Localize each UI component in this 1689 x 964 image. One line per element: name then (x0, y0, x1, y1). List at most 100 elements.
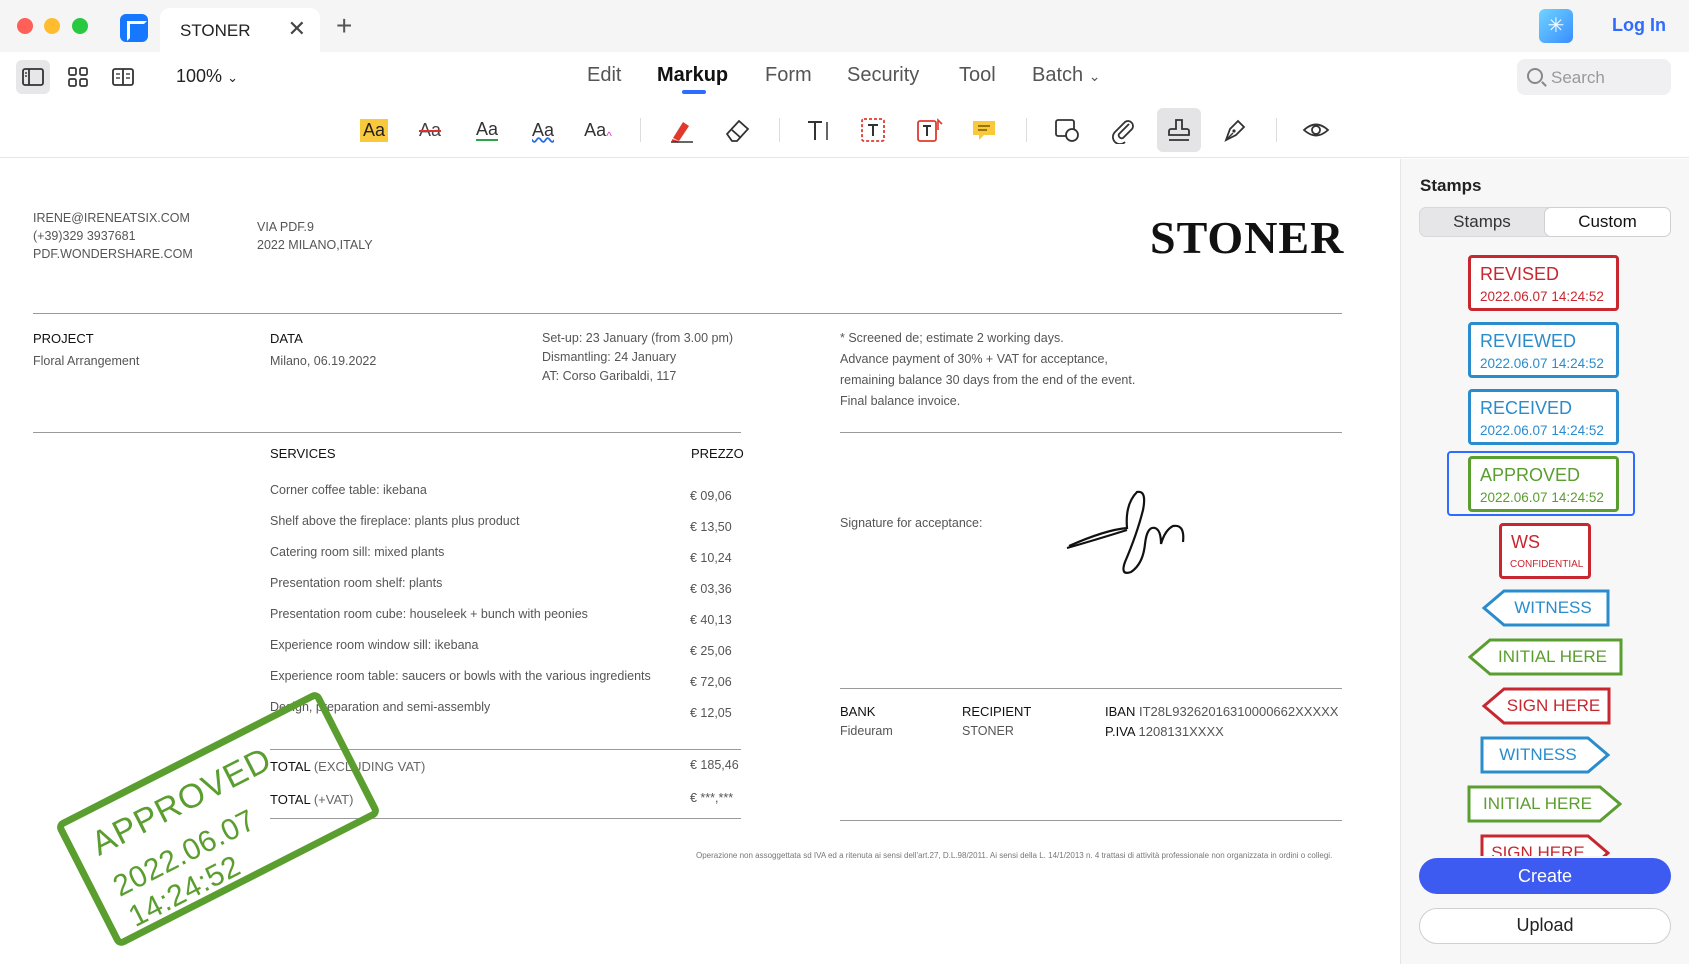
insert-text-button[interactable]: Aa ^ (576, 108, 620, 152)
minimize-window-button[interactable] (44, 18, 60, 34)
pen-nib-icon (1224, 119, 1246, 142)
document-page[interactable]: IRENE@IRENEATSIX.COM (+39)329 3937681 PD… (0, 159, 1400, 964)
panel-title: Stamps (1420, 176, 1482, 195)
setup-line: Set-up: 23 January (from 3.00 pm) (542, 331, 734, 345)
text-box-button[interactable] (851, 108, 895, 152)
hide-annotations-button[interactable] (1294, 108, 1338, 152)
text-box-icon (861, 118, 885, 142)
stamp-date: 2022.06.07 14:24:52 (1480, 289, 1604, 304)
toolbar-divider (779, 118, 780, 142)
paperclip-icon (1112, 120, 1134, 144)
stamp-witness-right[interactable]: WITNESS (1480, 736, 1610, 774)
search-icon (1527, 68, 1543, 84)
tab-title: STONER (180, 21, 251, 40)
shapes-button[interactable] (1045, 108, 1089, 152)
total-vat-value: € ***,*** (690, 791, 734, 805)
stamp-revised[interactable]: REVISED 2022.06.07 14:24:52 (1468, 255, 1619, 311)
tab-stamps[interactable]: Stamps (1420, 208, 1544, 236)
recipient-label: RECIPIENT (962, 704, 1032, 719)
setup-line: AT: Corso Garibaldi, 117 (542, 369, 677, 383)
search-placeholder: Search (1551, 68, 1605, 87)
text-callout-button[interactable] (907, 108, 951, 152)
close-tab-icon[interactable]: ✕ (288, 18, 306, 40)
highlighter-button[interactable] (659, 108, 703, 152)
menu-edit[interactable]: Edit (587, 64, 621, 87)
stamp-reviewed[interactable]: REVIEWED 2022.06.07 14:24:52 (1468, 322, 1619, 378)
active-menu-indicator (682, 90, 706, 94)
attachment-button[interactable] (1101, 108, 1145, 152)
menu-batch-label: Batch (1032, 64, 1084, 86)
placed-approved-stamp[interactable]: APPROVED 2022.06.07 14:24:52 (54, 689, 382, 949)
service-item: Shelf above the fireplace: plants plus p… (270, 514, 520, 528)
zoom-window-button[interactable] (72, 18, 88, 34)
reading-view-button[interactable] (106, 60, 140, 94)
underline-icon: Aa (475, 119, 499, 141)
stamp-date: 2022.06.07 14:24:52 (1480, 490, 1604, 505)
service-item: Presentation room shelf: plants (270, 576, 443, 590)
stamp-initial-here-left[interactable]: INITIAL HERE (1468, 638, 1623, 676)
upload-stamp-button[interactable]: Upload (1419, 908, 1671, 944)
stamp-label: INITIAL HERE (1498, 647, 1607, 666)
highlight-text-button[interactable]: Aa (352, 108, 396, 152)
zoom-dropdown[interactable]: 100% ⌄ (176, 66, 238, 87)
stamp-button[interactable] (1157, 108, 1201, 152)
stamp-initial-here-right[interactable]: INITIAL HERE (1467, 785, 1622, 823)
menu-markup[interactable]: Markup (657, 64, 728, 87)
stamp-date: 2022.06.07 14:24:52 (1480, 423, 1604, 438)
divider (840, 432, 1342, 433)
search-input[interactable]: Search (1517, 59, 1671, 95)
bank-label: BANK (840, 704, 876, 719)
service-price: € 72,06 (690, 675, 732, 689)
iban-label: IBAN (1105, 704, 1136, 719)
tab-custom[interactable]: Custom (1545, 208, 1670, 236)
handwritten-signature (1066, 490, 1185, 574)
stamps-panel: Stamps Stamps Custom REVISED 2022.06.07 … (1400, 159, 1689, 964)
service-price: € 12,05 (690, 706, 732, 720)
signature-button[interactable] (1213, 108, 1257, 152)
divider (33, 313, 1342, 314)
new-tab-button[interactable]: + (336, 12, 352, 40)
service-price: € 40,13 (690, 613, 732, 627)
recipient-value: STONER (962, 724, 1014, 738)
stamp-witness-left[interactable]: WITNESS (1482, 589, 1610, 627)
squiggly-icon: Aa (531, 119, 555, 140)
stamp-label: SIGN HERE (1506, 696, 1601, 715)
stamp-title: WS (1511, 532, 1540, 552)
sticky-note-icon (973, 121, 995, 140)
stamp-sign-here-left[interactable]: SIGN HERE (1482, 687, 1611, 725)
chevron-down-icon: ⌄ (227, 70, 238, 85)
stamp-title: APPROVED (1480, 465, 1581, 485)
piva-label: P.IVA (1105, 724, 1135, 739)
service-item: Catering room sill: mixed plants (270, 545, 445, 559)
service-item: Presentation room cube: houseleek + bunc… (270, 607, 588, 621)
eye-icon (1302, 123, 1330, 137)
ai-assistant-icon[interactable]: ✳ (1539, 9, 1573, 43)
service-item: Corner coffee table: ikebana (270, 483, 427, 497)
underline-text-button[interactable]: Aa (465, 108, 509, 152)
stamp-date: 2022.06.07 14:24:52 (1480, 356, 1604, 371)
stamps-segmented-control: Stamps Custom (1419, 207, 1670, 237)
service-item: Experience room table: saucers or bowls … (270, 669, 651, 683)
text-tool-button[interactable] (795, 108, 839, 152)
toolbar-divider (1276, 118, 1277, 142)
strikethrough-text-button[interactable]: Aa (408, 108, 452, 152)
stamp-sign-here-right[interactable]: SIGN HERE (1480, 834, 1610, 856)
menu-security[interactable]: Security (847, 64, 919, 87)
stamp-approved[interactable]: APPROVED 2022.06.07 14:24:52 (1468, 456, 1619, 512)
eraser-button[interactable] (715, 108, 759, 152)
grid-view-button[interactable] (61, 60, 95, 94)
menu-form[interactable]: Form (765, 64, 812, 87)
menu-batch[interactable]: Batch ⌄ (1032, 64, 1100, 87)
sidebar-toggle-button[interactable] (16, 60, 50, 94)
divider (840, 820, 1342, 821)
document-tab[interactable]: STONER ✕ (160, 8, 320, 52)
create-stamp-button[interactable]: Create (1419, 858, 1671, 894)
stamp-received[interactable]: RECEIVED 2022.06.07 14:24:52 (1468, 389, 1619, 445)
sticky-note-button[interactable] (962, 108, 1006, 152)
login-button[interactable]: Log In (1612, 15, 1666, 36)
stamp-ws-confidential[interactable]: WS CONFIDENTIAL (1499, 523, 1591, 579)
menu-tool[interactable]: Tool (959, 64, 996, 87)
bank-value: Fideuram (840, 724, 893, 738)
squiggly-text-button[interactable]: Aa (521, 108, 565, 152)
close-window-button[interactable] (17, 18, 33, 34)
